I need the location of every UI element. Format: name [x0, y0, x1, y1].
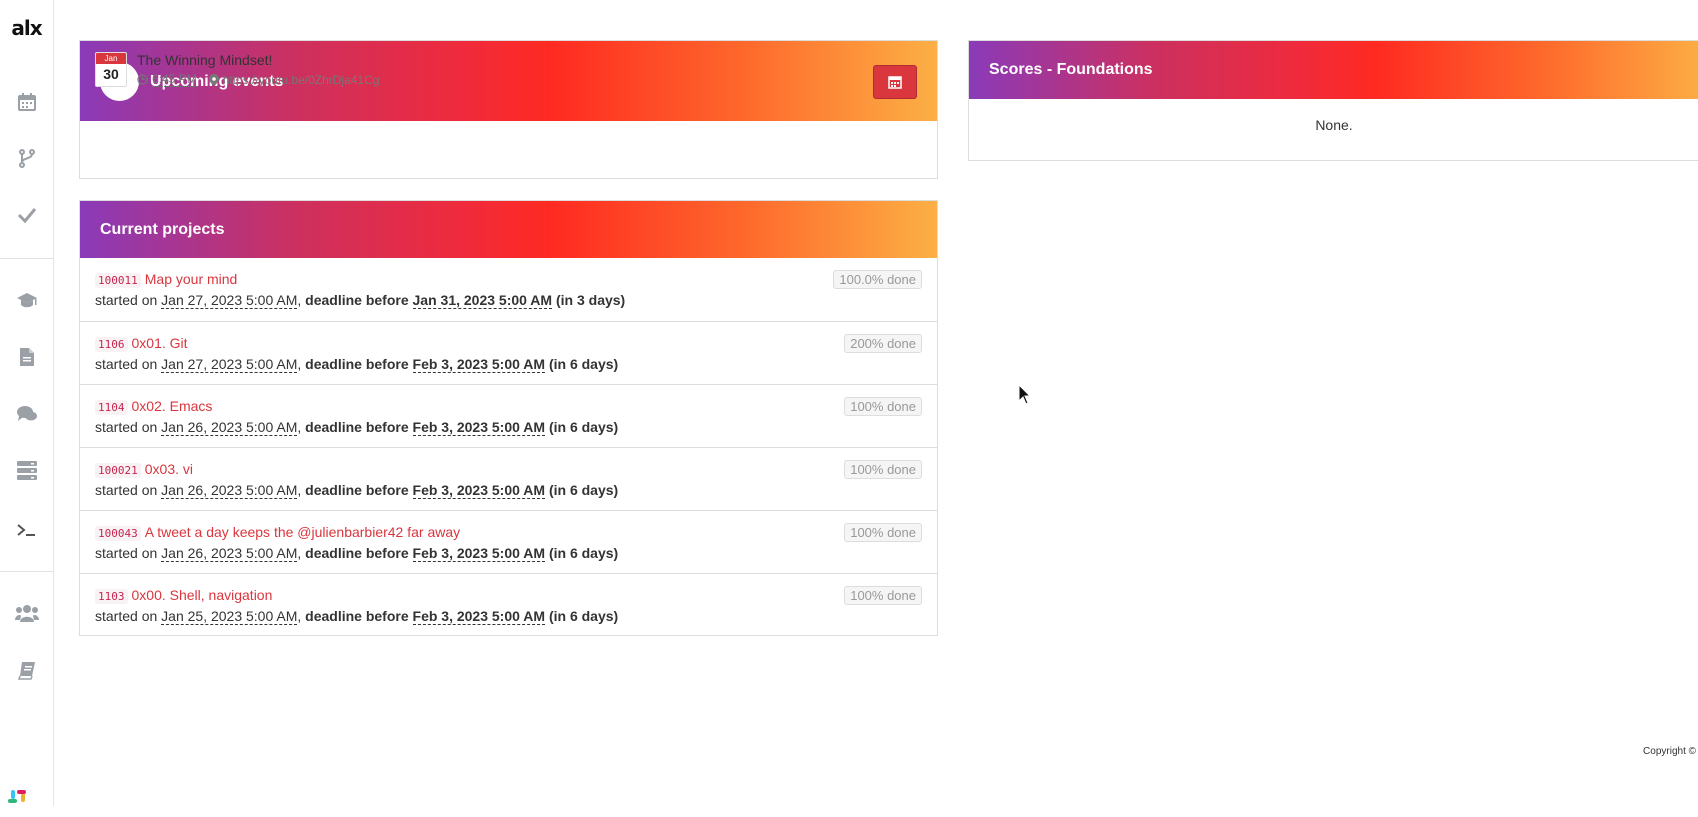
event-meta: 6:45 PM https://youtu.be/0ZhrDja41Cg [137, 72, 379, 87]
deadline-label: deadline before [305, 545, 409, 561]
project-title-link[interactable]: 0x02. Emacs [132, 398, 213, 414]
start-date: Jan 27, 2023 5:00 AM [161, 292, 298, 309]
time-remaining: (in 6 days) [548, 356, 619, 372]
deadline-label: deadline before [305, 292, 409, 308]
project-row: 100011 Map your mind started on Jan 27, 2… [80, 258, 937, 320]
progress-badge: 100% done [844, 460, 922, 479]
event-date-badge: Jan 30 [95, 52, 127, 87]
current-projects-title: Current projects [100, 221, 225, 238]
deadline-label: deadline before [305, 482, 409, 498]
project-code: 1106 [95, 337, 128, 352]
deadline-date: Feb 3, 2023 5:00 AM [412, 356, 546, 373]
scores-value: None. [1315, 117, 1353, 133]
copyright-text: Copyright © [1643, 746, 1696, 757]
deadline-label: deadline before [305, 419, 409, 435]
check-icon[interactable] [0, 199, 53, 231]
file-icon[interactable] [0, 341, 53, 373]
deadline-date: Jan 31, 2023 5:00 AM [412, 292, 553, 309]
mouse-cursor-icon [1018, 384, 1032, 405]
project-title-link[interactable]: 0x03. vi [145, 461, 193, 477]
deadline-date: Feb 3, 2023 5:00 AM [412, 608, 546, 625]
calendar-icon[interactable] [0, 86, 53, 118]
project-title-link[interactable]: 0x01. Git [132, 335, 188, 351]
progress-badge: 100% done [844, 397, 922, 416]
event-time: 6:45 PM [152, 72, 197, 87]
progress-badge: 100% done [844, 586, 922, 605]
project-code: 100011 [95, 273, 141, 288]
time-remaining: (in 6 days) [548, 608, 619, 624]
project-row: 100021 0x03. vi started on Jan 26, 2023 5… [80, 447, 937, 510]
started-label: started on [95, 356, 158, 372]
progress-badge: 100.0% done [833, 270, 922, 289]
code-fork-icon[interactable] [0, 142, 53, 174]
calendar-icon [888, 76, 902, 89]
alx-logo[interactable]: alx [0, 16, 53, 40]
project-row: 1104 0x02. Emacs started on Jan 26, 2023 … [80, 384, 937, 447]
started-label: started on [95, 545, 158, 561]
current-projects-header: Current projects [80, 201, 937, 258]
clock-icon [137, 74, 148, 85]
comments-icon[interactable] [0, 398, 53, 430]
terminal-icon[interactable] [0, 514, 53, 546]
project-title-link[interactable]: Map your mind [145, 271, 238, 287]
time-remaining: (in 6 days) [548, 419, 619, 435]
server-icon[interactable] [0, 454, 53, 486]
event-month: Jan [96, 53, 126, 64]
started-label: started on [95, 482, 158, 498]
project-title-link[interactable]: 0x00. Shell, navigation [132, 587, 273, 603]
time-remaining: (in 6 days) [548, 482, 619, 498]
start-date: Jan 27, 2023 5:00 AM [161, 356, 298, 373]
started-label: started on [95, 419, 158, 435]
book-icon[interactable] [0, 654, 53, 686]
deadline-date: Feb 3, 2023 5:00 AM [412, 482, 546, 499]
started-label: started on [95, 608, 158, 624]
event-title[interactable]: The Winning Mindset! [137, 52, 272, 68]
progress-badge: 100% done [844, 523, 922, 542]
scores-header: Scores - Foundations [969, 41, 1698, 99]
start-date: Jan 25, 2023 5:00 AM [161, 608, 298, 625]
scores-card: Scores - Foundations None. [968, 40, 1698, 161]
time-remaining: (in 6 days) [548, 545, 619, 561]
started-label: started on [95, 292, 158, 308]
deadline-date: Feb 3, 2023 5:00 AM [412, 419, 546, 436]
project-code: 100043 [95, 526, 141, 541]
start-date: Jan 26, 2023 5:00 AM [161, 545, 298, 562]
start-date: Jan 26, 2023 5:00 AM [161, 482, 298, 499]
calendar-button[interactable] [873, 65, 917, 99]
map-marker-icon [208, 73, 219, 86]
progress-badge: 200% done [844, 334, 922, 353]
deadline-label: deadline before [305, 356, 409, 372]
event-day: 30 [103, 66, 119, 82]
time-remaining: (in 3 days) [555, 292, 626, 308]
graduation-cap-icon[interactable] [0, 284, 53, 316]
deadline-label: deadline before [305, 608, 409, 624]
deadline-date: Feb 3, 2023 5:00 AM [412, 545, 546, 562]
project-row: 1106 0x01. Git started on Jan 27, 2023 5:… [80, 321, 937, 384]
project-code: 100021 [95, 463, 141, 478]
project-title-link[interactable]: A tweet a day keeps the @julienbarbier42… [145, 524, 460, 540]
project-code: 1103 [95, 589, 128, 604]
slack-icon[interactable] [8, 790, 30, 812]
current-projects-card: Current projects 100011 Map your mind sta… [79, 200, 938, 636]
sidebar: alx [0, 0, 54, 806]
scores-title: Scores - Foundations [989, 61, 1153, 78]
project-row: 1103 0x00. Shell, navigation started on J… [80, 573, 937, 636]
users-icon[interactable] [0, 597, 53, 629]
project-code: 1104 [95, 400, 128, 415]
project-row: 100043 A tweet a day keeps the @julienbar… [80, 510, 937, 573]
upcoming-events-card: Upcoming events Jan 30 The Winning Minds… [79, 40, 938, 179]
event-location[interactable]: https://youtu.be/0ZhrDja41Cg [223, 73, 380, 87]
start-date: Jan 26, 2023 5:00 AM [161, 419, 298, 436]
